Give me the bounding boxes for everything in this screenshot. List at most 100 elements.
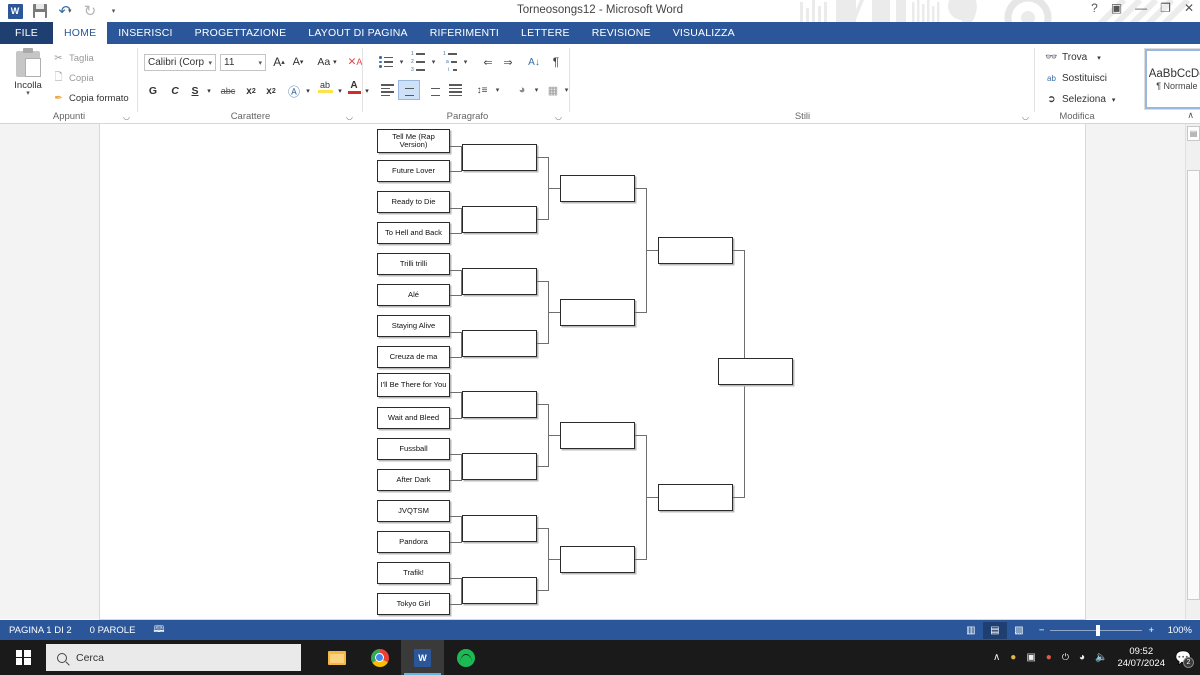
clipboard-dialog-launcher[interactable]: ◡ <box>123 112 130 121</box>
tab-progettazione[interactable]: PROGETTAZIONE <box>184 22 298 44</box>
subscript-button[interactable]: x2 <box>242 82 260 100</box>
tab-visualizza[interactable]: VISUALIZZA <box>662 22 746 44</box>
zoom-thumb[interactable] <box>1096 624 1101 636</box>
zoom-track[interactable] <box>1050 624 1143 636</box>
tab-inserisci[interactable]: INSERISCI <box>107 22 183 44</box>
word-count[interactable]: 0 PAROLE <box>81 625 145 636</box>
copy-button[interactable]: 🗋 Copia <box>52 72 93 85</box>
bracket-slot-r1-3[interactable]: Ready to Die <box>377 191 450 213</box>
bracket-slot-r2-8[interactable] <box>462 577 537 604</box>
cut-button[interactable]: ✂ Taglia <box>52 52 94 65</box>
replace-button[interactable]: ab Sostituisci <box>1045 72 1107 85</box>
tab-file[interactable]: FILE <box>0 22 53 44</box>
select-dropdown-icon[interactable]: ▾ <box>1112 96 1116 104</box>
multilevel-dropdown-icon[interactable]: ▾ <box>461 53 470 71</box>
bracket-slot-r4-2[interactable] <box>658 484 733 511</box>
change-case-button[interactable]: Aa ▾ <box>313 53 341 71</box>
proofing-icon[interactable]: 🕮 <box>144 622 173 638</box>
window-controls[interactable]: ? ▣ — ❐ ✕ <box>1091 2 1194 14</box>
bracket-slot-r3-2[interactable] <box>560 299 635 326</box>
taskbar-google-chrome[interactable] <box>358 640 401 675</box>
tab-revisione[interactable]: REVISIONE <box>581 22 662 44</box>
restore-button[interactable]: ❐ <box>1160 2 1171 14</box>
bracket-slot-r1-1[interactable]: Tell Me (Rap Version) <box>377 129 450 153</box>
font-dialog-launcher[interactable]: ◡ <box>346 112 353 121</box>
taskbar-clock[interactable]: 09:52 24/07/2024 <box>1117 646 1165 670</box>
bracket-slot-r2-7[interactable] <box>462 515 537 542</box>
bracket-slot-r1-13[interactable]: JVQTSM <box>377 500 450 522</box>
zoom-in-button[interactable]: + <box>1148 625 1154 636</box>
sort-button[interactable]: A↓ <box>525 53 543 71</box>
numbering-button[interactable]: 123 <box>409 51 427 73</box>
decrease-indent-button[interactable]: ⇐ <box>479 53 497 71</box>
ribbon-tabs[interactable]: FILE HOME INSERISCI PROGETTAZIONE LAYOUT… <box>0 22 1200 44</box>
superscript-button[interactable]: x2 <box>262 82 280 100</box>
bracket-slot-r2-1[interactable] <box>462 144 537 171</box>
show-formatting-marks-button[interactable]: ¶ <box>548 53 564 71</box>
taskbar-search-input[interactable]: Cerca <box>46 644 301 671</box>
format-painter-button[interactable]: ✒ Copia formato <box>52 92 128 105</box>
bracket-slot-r1-2[interactable]: Future Lover <box>377 160 450 182</box>
close-button[interactable]: ✕ <box>1184 2 1194 14</box>
scrollbar-thumb[interactable] <box>1187 170 1200 600</box>
vertical-scrollbar[interactable]: ▤ <box>1185 124 1200 619</box>
bold-button[interactable]: G <box>146 82 160 100</box>
paste-button[interactable]: Incolla ▾ <box>6 48 50 110</box>
tray-onedrive-icon[interactable]: ● <box>1010 652 1016 663</box>
bracket-slot-r1-14[interactable]: Pandora <box>377 531 450 553</box>
paragraph-dialog-launcher[interactable]: ◡ <box>555 112 562 121</box>
tab-riferimenti[interactable]: RIFERIMENTI <box>419 22 510 44</box>
font-color-button[interactable]: A <box>346 78 362 96</box>
read-mode-button[interactable]: ▥ <box>959 622 983 639</box>
italic-button[interactable]: C <box>168 82 182 100</box>
tray-volume-icon[interactable]: 🔈 <box>1095 652 1107 663</box>
highlight-button[interactable]: ab <box>316 78 334 96</box>
find-button[interactable]: 👓 Trova ▾ <box>1045 51 1101 64</box>
bracket-slot-r1-11[interactable]: Fussball <box>377 438 450 460</box>
bracket-slot-r2-6[interactable] <box>462 453 537 480</box>
borders-button[interactable]: ▦ <box>544 81 562 99</box>
bracket-slot-r1-16[interactable]: Tokyo Girl <box>377 593 450 615</box>
underline-dropdown-icon[interactable]: ▾ <box>204 82 214 100</box>
bracket-slot-r1-8[interactable]: Creuza de ma <box>377 346 450 368</box>
font-size-input[interactable]: 11 ▾ <box>220 54 266 71</box>
tray-expand-icon[interactable]: ∧ <box>993 652 1000 663</box>
bracket-slot-r1-7[interactable]: Staying Alive <box>377 315 450 337</box>
bracket-slot-r1-15[interactable]: Trafik! <box>377 562 450 584</box>
bullets-button[interactable] <box>377 53 395 71</box>
web-layout-button[interactable]: ▧ <box>1007 622 1031 639</box>
shading-button[interactable]: ◕ <box>513 81 531 99</box>
tray-device-icon[interactable]: ▣ <box>1026 652 1035 663</box>
tab-layout-di-pagina[interactable]: LAYOUT DI PAGINA <box>297 22 418 44</box>
page-navigation-icon[interactable]: ▤ <box>1187 126 1200 141</box>
bracket-slot-r1-10[interactable]: Wait and Bleed <box>377 407 450 429</box>
bracket-slot-r2-5[interactable] <box>462 391 537 418</box>
align-right-button[interactable] <box>423 81 443 99</box>
text-effects-dropdown-icon[interactable]: ▾ <box>303 82 313 100</box>
taskbar-microsoft-word[interactable]: W <box>401 640 444 675</box>
tray-wifi-icon[interactable]: ◕ <box>1079 652 1085 663</box>
taskbar-file-explorer[interactable] <box>315 640 358 675</box>
line-spacing-dropdown-icon[interactable]: ▾ <box>493 81 502 99</box>
multilevel-list-button[interactable]: 1ai <box>441 51 459 73</box>
underline-button[interactable]: S <box>188 82 202 100</box>
select-button[interactable]: ➲ Seleziona ▾ <box>1045 93 1115 106</box>
bracket-slot-r1-4[interactable]: To Hell and Back <box>377 222 450 244</box>
find-dropdown-icon[interactable]: ▾ <box>1097 54 1101 62</box>
strikethrough-button[interactable]: abc <box>218 82 238 100</box>
tab-home[interactable]: HOME <box>52 22 108 44</box>
paste-dropdown-icon[interactable]: ▾ <box>26 90 30 97</box>
taskbar-spotify[interactable] <box>444 640 487 675</box>
document-page[interactable]: Tell Me (Rap Version) Future Lover Ready… <box>100 124 1085 619</box>
bracket-slot-r3-3[interactable] <box>560 422 635 449</box>
font-name-input[interactable]: Calibri (Corp ▾ <box>144 54 216 71</box>
zoom-out-button[interactable]: − <box>1039 625 1045 636</box>
shrink-font-button[interactable]: A ▾ <box>290 53 306 71</box>
chevron-down-icon[interactable]: ▾ <box>208 59 212 67</box>
bracket-slot-r1-6[interactable]: Alé <box>377 284 450 306</box>
bracket-slot-r4-1[interactable] <box>658 237 733 264</box>
bracket-slot-final-winner[interactable] <box>718 358 793 385</box>
ribbon-display-options-button[interactable]: ▣ <box>1111 2 1122 14</box>
bracket-slot-r2-4[interactable] <box>462 330 537 357</box>
justify-button[interactable] <box>445 81 465 99</box>
